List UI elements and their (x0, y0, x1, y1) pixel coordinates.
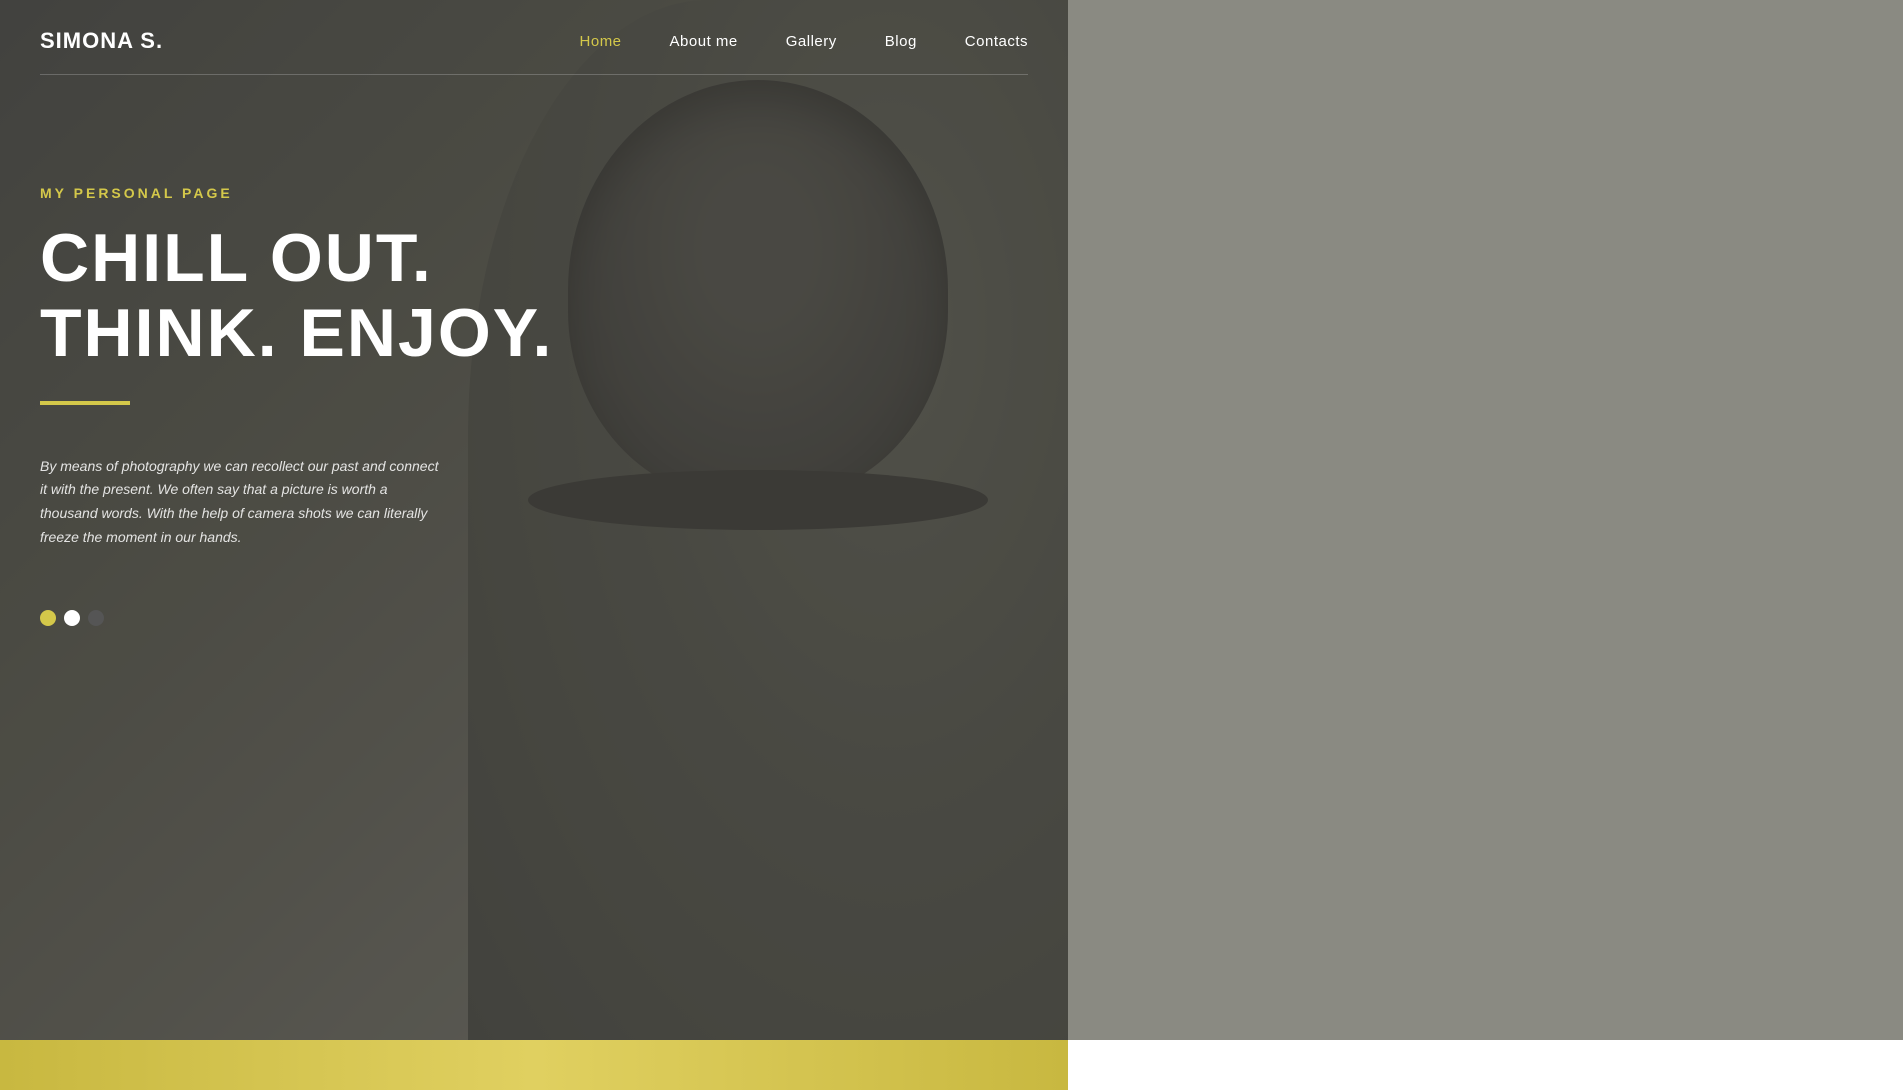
hero-divider (40, 401, 130, 405)
nav-item-contacts[interactable]: Contacts (965, 33, 1028, 50)
header: SIMONA S. Home About me Gallery Blog Con… (0, 0, 1068, 74)
hero-content: MY PERSONAL PAGE CHILL OUT. THINK. ENJOY… (0, 75, 1068, 686)
slider-dots (40, 610, 1028, 626)
nav-item-gallery[interactable]: Gallery (786, 33, 837, 50)
slider-dot-2[interactable] (64, 610, 80, 626)
main-content: SIMONA S. Home About me Gallery Blog Con… (0, 0, 1068, 1090)
nav-item-about[interactable]: About me (670, 33, 738, 50)
logo: SIMONA S. (40, 28, 163, 54)
hero-title-line1: CHILL OUT. (40, 220, 433, 296)
nav-item-home[interactable]: Home (580, 33, 622, 50)
page-wrapper: SIMONA S. Home About me Gallery Blog Con… (0, 0, 1903, 1090)
nav-item-blog[interactable]: Blog (885, 33, 917, 50)
navigation: Home About me Gallery Blog Contacts (580, 33, 1028, 50)
slider-dot-3[interactable] (88, 610, 104, 626)
slider-dot-1[interactable] (40, 610, 56, 626)
hero-title: CHILL OUT. THINK. ENJOY. (40, 221, 1028, 371)
hero-description: By means of photography we can recollect… (40, 455, 440, 550)
bottom-gold-strip (0, 1040, 1068, 1090)
hero-subtitle: MY PERSONAL PAGE (40, 185, 1028, 201)
right-sidebar-lower (1068, 1040, 1903, 1090)
hero-title-line2: THINK. ENJOY. (40, 295, 553, 371)
right-sidebar (1068, 0, 1903, 1090)
